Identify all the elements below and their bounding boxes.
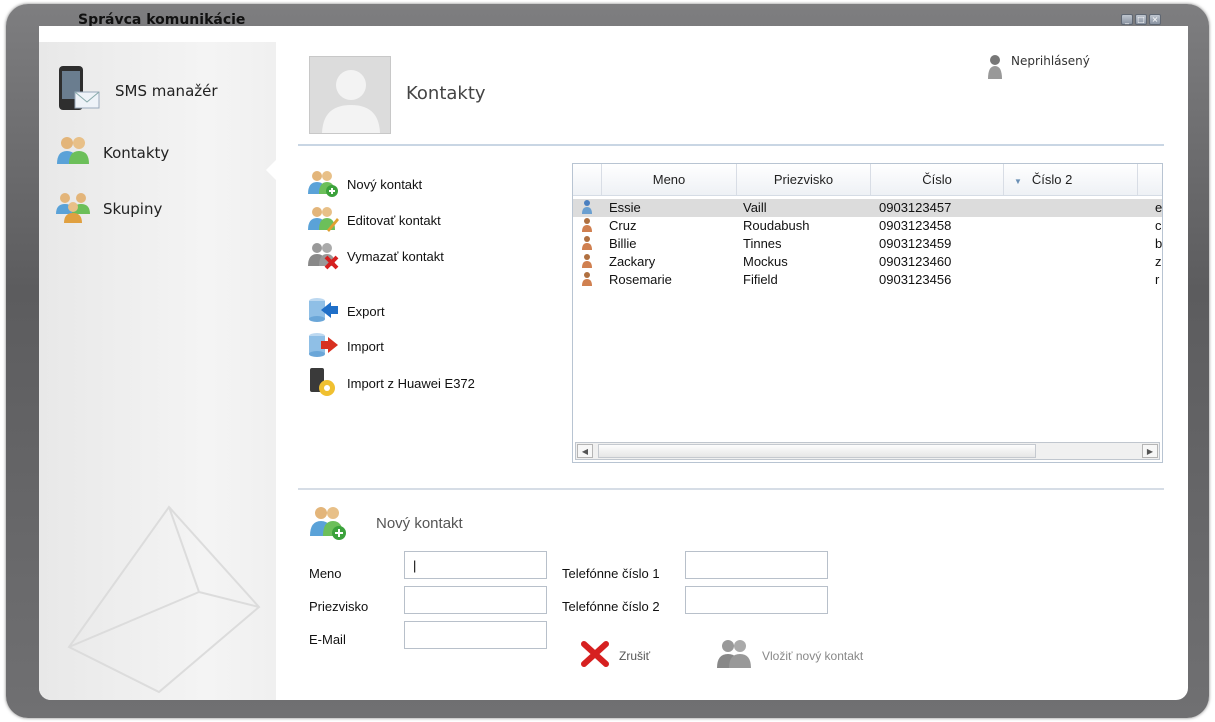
cell-priezvisko: Fifield [743,272,778,287]
action-label: Vymazať kontakt [347,249,444,264]
login-status: Neprihlásený [987,54,1090,83]
user-icon [987,54,1003,83]
insert-contact-label: Vložiť nový kontakt [762,648,864,663]
form-title: Nový kontakt [376,515,463,532]
avatar [309,56,391,134]
sidebar-item-sms[interactable]: SMS manažér [55,64,218,118]
priezvisko-label: Priezvisko [309,599,369,614]
delete-contact-icon [307,240,339,273]
cell-extra: r [1155,272,1160,287]
cell-cislo: 0903123459 [879,236,952,251]
export-button[interactable]: Export [307,296,385,327]
column-header-cislo[interactable]: Číslo [870,164,1003,195]
insert-contact-button[interactable]: Vložiť nový kontakt [714,638,863,673]
page-title: Kontakty [406,83,486,104]
action-label: Export [347,304,385,319]
cell-meno: Rosemarie [609,272,672,287]
action-label: Import [347,339,384,354]
cancel-label: Zrušiť [619,648,651,663]
meno-field[interactable] [404,551,547,579]
cell-meno: Essie [609,200,641,215]
cell-extra: b [1155,236,1162,251]
column-header-extra [1137,164,1162,195]
groups-icon [55,190,91,228]
action-label: Editovať kontakt [347,213,441,228]
cell-cislo: 0903123458 [879,218,952,233]
column-header-cislo2[interactable]: ▼ Číslo 2 [1003,164,1137,195]
new-contact-button[interactable]: Nový kontakt [307,168,422,201]
cell-priezvisko: Mockus [743,254,788,269]
delete-contact-button[interactable]: Vymazať kontakt [307,240,444,273]
cell-priezvisko: Vaill [743,200,767,215]
import-huawei-icon [307,366,339,401]
meno-label: Meno [309,566,342,581]
tel2-field[interactable] [685,586,828,614]
tel1-label: Telefónne číslo 1 [562,566,660,581]
sidebar-item-groups[interactable]: Skupiny [55,190,162,228]
cell-cislo: 0903123457 [879,200,952,215]
add-contact-icon [714,638,754,673]
tel2-label: Telefónne číslo 2 [562,599,660,614]
table-row[interactable]: Zackary Mockus 0903123460 z [573,253,1162,271]
window-frame: Správca komunikácie _ □ × SMS manažér Ko… [6,4,1209,718]
scroll-left-icon[interactable]: ◀ [577,444,593,458]
sidebar-item-contacts[interactable]: Kontakty [55,134,169,172]
contact-icon [582,271,592,292]
table-row[interactable]: Essie Vaill 0903123457 e [573,199,1162,217]
import-huawei-button[interactable]: Import z Huawei E372 [307,366,475,401]
sidebar-item-label: Skupiny [103,200,163,218]
table-row[interactable]: Rosemarie Fifield 0903123456 r [573,271,1162,289]
add-contact-icon [307,168,339,201]
close-icon [579,640,611,671]
sort-arrow-icon: ▼ [1014,177,1022,186]
column-header-meno[interactable]: Meno [601,164,736,195]
maximize-button[interactable]: □ [1135,14,1147,25]
add-contact-icon [309,504,347,546]
cell-meno: Cruz [609,218,637,233]
form-divider [298,488,1164,490]
scroll-thumb[interactable] [598,444,1036,458]
cell-meno: Billie [609,236,637,251]
edit-contact-button[interactable]: Editovať kontakt [307,204,441,237]
minimize-button[interactable]: _ [1121,14,1133,25]
sidebar-item-label: SMS manažér [115,82,218,100]
cell-meno: Zackary [609,254,656,269]
client-area: SMS manažér Kontakty Skupiny Kontakty Ne… [39,26,1188,700]
cell-cislo: 0903123456 [879,272,952,287]
cancel-button[interactable]: Zrušiť [579,640,650,671]
contacts-grid[interactable]: Meno Priezvisko Číslo ▼ Číslo 2 Essie Vail… [572,163,1163,463]
cell-priezvisko: Tinnes [743,236,782,251]
priezvisko-field[interactable] [404,586,547,614]
cell-cislo: 0903123460 [879,254,952,269]
sidebar: SMS manažér Kontakty Skupiny [39,42,277,700]
cell-extra: c [1155,218,1162,233]
grid-header: Meno Priezvisko Číslo ▼ Číslo 2 [573,164,1162,196]
window-controls: _ □ × [1121,14,1161,25]
cell-extra: e [1155,200,1162,215]
import-icon [307,331,339,362]
table-row[interactable]: Billie Tinnes 0903123459 b [573,235,1162,253]
sidebar-item-label: Kontakty [103,144,170,162]
scroll-right-icon[interactable]: ▶ [1142,444,1158,458]
action-label: Import z Huawei E372 [347,376,475,391]
action-label: Nový kontakt [347,177,423,192]
envelope-watermark [67,505,261,694]
cell-extra: z [1155,254,1162,269]
email-field[interactable] [404,621,547,649]
column-header-priezvisko[interactable]: Priezvisko [736,164,870,195]
export-icon [307,296,339,327]
close-button[interactable]: × [1149,14,1161,25]
edit-contact-icon [307,204,339,237]
active-indicator [266,159,277,181]
login-status-text: Neprihlásený [1011,54,1090,68]
import-button[interactable]: Import [307,331,384,362]
horizontal-scrollbar[interactable]: ◀ ▶ [575,442,1160,460]
email-label: E-Mail [309,632,346,647]
contacts-icon [55,134,91,172]
header-divider [298,144,1164,146]
tel1-field[interactable] [685,551,828,579]
table-row[interactable]: Cruz Roudabush 0903123458 c [573,217,1162,235]
cell-priezvisko: Roudabush [743,218,810,233]
phone-mail-icon [55,64,103,118]
